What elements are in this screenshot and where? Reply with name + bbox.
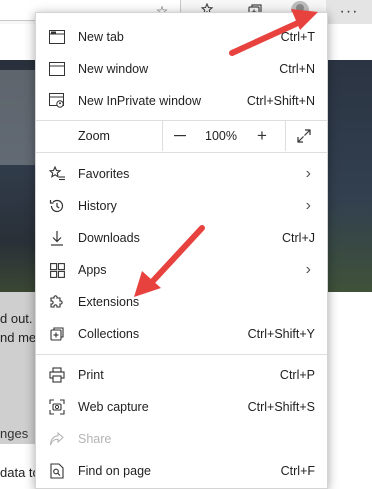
- arrow-to-more-button: [229, 9, 318, 56]
- arrow-to-extensions: [134, 225, 205, 297]
- annotation-arrows: [134, 9, 318, 297]
